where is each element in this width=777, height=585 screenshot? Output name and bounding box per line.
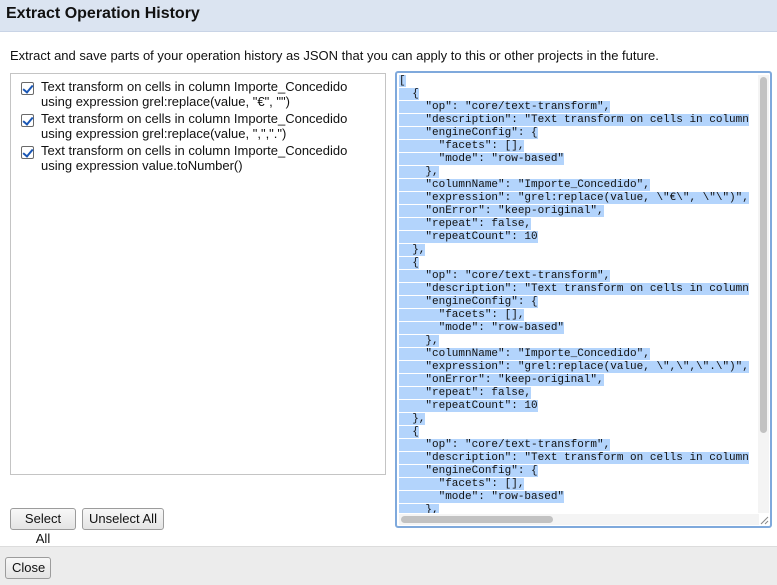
unselect-all-button[interactable]: Unselect All bbox=[82, 508, 164, 530]
dialog-header: Extract Operation History bbox=[0, 0, 777, 32]
operation-checkbox[interactable] bbox=[21, 114, 34, 127]
json-line: "mode": "row-based" bbox=[399, 491, 565, 503]
json-line: [ bbox=[399, 75, 406, 87]
json-line: "op": "core/text-transform", bbox=[399, 270, 611, 282]
json-line: "expression": "grel:replace(value, \",\"… bbox=[399, 361, 749, 373]
operation-checkbox[interactable] bbox=[21, 146, 34, 159]
json-line: "engineConfig": { bbox=[399, 465, 538, 477]
json-line: "description": "Text transform on cells … bbox=[399, 114, 749, 126]
json-output-text[interactable]: [ { "op": "core/text-transform", "descri… bbox=[399, 75, 759, 513]
json-line: "mode": "row-based" bbox=[399, 322, 565, 334]
horizontal-scrollbar[interactable] bbox=[399, 514, 759, 525]
json-line: "description": "Text transform on cells … bbox=[399, 452, 749, 464]
json-line: "description": "Text transform on cells … bbox=[399, 283, 749, 295]
json-line: "repeatCount": 10 bbox=[399, 400, 538, 412]
json-line: "facets": [], bbox=[399, 478, 525, 490]
vertical-scrollbar[interactable] bbox=[758, 75, 769, 513]
json-line: "facets": [], bbox=[399, 140, 525, 152]
json-output-textarea[interactable]: [ { "op": "core/text-transform", "descri… bbox=[395, 71, 772, 528]
operation-label: Text transform on cells in column Import… bbox=[41, 79, 348, 109]
json-line: "mode": "row-based" bbox=[399, 153, 565, 165]
json-line: { bbox=[399, 426, 419, 438]
dialog-footer: Close bbox=[0, 546, 777, 585]
operation-list: Text transform on cells in column Import… bbox=[10, 73, 386, 475]
json-line: "engineConfig": { bbox=[399, 127, 538, 139]
json-line: { bbox=[399, 88, 419, 100]
json-line: "repeat": false, bbox=[399, 387, 532, 399]
json-line: }, bbox=[399, 166, 439, 178]
close-button[interactable]: Close bbox=[5, 557, 51, 579]
select-all-button[interactable]: Select All bbox=[10, 508, 76, 546]
json-line: "onError": "keep-original", bbox=[399, 205, 604, 217]
operation-item[interactable]: Text transform on cells in column Import… bbox=[17, 111, 379, 141]
json-line: }, bbox=[399, 335, 439, 347]
json-line: "expression": "grel:replace(value, \"€\"… bbox=[399, 192, 749, 204]
json-line: "op": "core/text-transform", bbox=[399, 439, 611, 451]
operation-checkbox[interactable] bbox=[21, 82, 34, 95]
json-line: "engineConfig": { bbox=[399, 296, 538, 308]
json-line: "columnName": "Importe_Concedido", bbox=[399, 348, 650, 360]
dialog-title: Extract Operation History bbox=[6, 5, 200, 22]
operation-item[interactable]: Text transform on cells in column Import… bbox=[17, 143, 379, 173]
resize-grip-icon[interactable] bbox=[758, 514, 769, 525]
json-line: "columnName": "Importe_Concedido", bbox=[399, 179, 650, 191]
json-line: "facets": [], bbox=[399, 309, 525, 321]
json-line: }, bbox=[399, 413, 426, 425]
json-line: "repeatCount": 10 bbox=[399, 231, 538, 243]
json-line: "repeat": false, bbox=[399, 218, 532, 230]
operation-item[interactable]: Text transform on cells in column Import… bbox=[17, 79, 379, 109]
vertical-scrollbar-thumb[interactable] bbox=[760, 77, 767, 433]
operation-label: Text transform on cells in column Import… bbox=[41, 111, 348, 141]
horizontal-scrollbar-thumb[interactable] bbox=[401, 516, 553, 523]
json-line: }, bbox=[399, 244, 426, 256]
dialog-description: Extract and save parts of your operation… bbox=[10, 48, 659, 63]
json-line: { bbox=[399, 257, 419, 269]
json-line: }, bbox=[399, 504, 439, 513]
json-line: "onError": "keep-original", bbox=[399, 374, 604, 386]
json-line: "op": "core/text-transform", bbox=[399, 101, 611, 113]
operation-label: Text transform on cells in column Import… bbox=[41, 143, 348, 173]
